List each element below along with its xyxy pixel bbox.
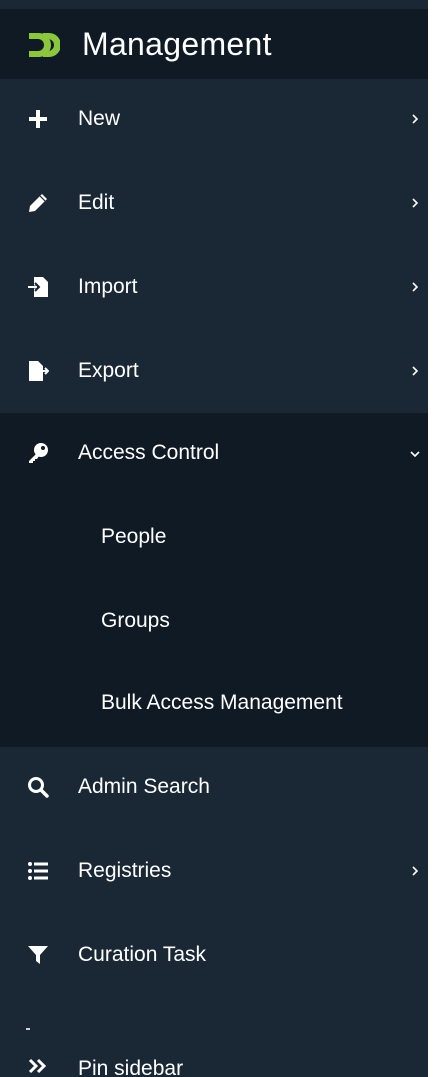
admin-sidebar: Management New Edit Import Export Access… <box>0 0 428 1077</box>
sidebar-title: Management <box>82 26 272 62</box>
menu-item-export-label: Export <box>78 359 139 382</box>
pencil-icon <box>26 191 50 215</box>
chevron-right-icon <box>408 109 422 129</box>
chevron-right-icon <box>408 361 422 381</box>
menu-item-admin-search[interactable]: Admin Search <box>0 747 428 831</box>
menu-item-registries-label: Registries <box>78 859 172 882</box>
menu-item-access-control-label: Access Control <box>78 441 220 464</box>
submenu-item-people-label: People <box>101 525 167 548</box>
chevron-right-icon <box>408 861 422 881</box>
pin-sidebar-label: Pin sidebar <box>78 1057 184 1077</box>
menu-item-curation-task[interactable]: Curation Task <box>0 915 428 999</box>
double-chevron-right-icon <box>26 1056 50 1076</box>
menu-item-export[interactable]: Export <box>0 331 428 415</box>
search-icon <box>26 775 50 799</box>
chevron-right-icon <box>408 193 422 213</box>
chevron-right-icon <box>408 277 422 297</box>
submenu-item-groups-label: Groups <box>101 609 170 632</box>
menu-item-curation-task-label: Curation Task <box>78 943 207 966</box>
pin-sidebar-button[interactable]: Pin sidebar <box>0 1044 428 1077</box>
filter-icon <box>26 943 50 967</box>
menu-item-import-label: Import <box>78 275 138 298</box>
submenu-item-groups[interactable]: Groups <box>0 581 428 665</box>
menu-item-edit-label: Edit <box>78 191 115 214</box>
file-export-icon <box>26 359 50 383</box>
list-icon <box>26 859 50 883</box>
submenu-item-bulk-access-management-label: Bulk Access Management <box>101 691 343 714</box>
chevron-down-icon <box>408 443 422 463</box>
dspace-logo-icon[interactable] <box>26 29 60 61</box>
menu-item-registries[interactable]: Registries <box>0 831 428 915</box>
menu-item-edit[interactable]: Edit <box>0 163 428 247</box>
submenu-item-people[interactable]: People <box>0 497 428 581</box>
access-control-section: Access Control People Groups Bulk Access… <box>0 413 428 747</box>
file-import-icon <box>26 275 50 299</box>
menu-item-access-control[interactable]: Access Control <box>0 413 428 497</box>
divider-mark <box>26 1028 30 1030</box>
sidebar-header: Management <box>0 9 428 79</box>
menu-item-admin-search-label: Admin Search <box>78 775 210 798</box>
menu-item-new[interactable]: New <box>0 79 428 163</box>
menu-item-new-label: New <box>78 107 121 130</box>
submenu-item-bulk-access-management[interactable]: Bulk Access Management <box>0 663 428 747</box>
key-icon <box>26 441 50 465</box>
menu-item-import[interactable]: Import <box>0 247 428 331</box>
plus-icon <box>26 107 50 131</box>
